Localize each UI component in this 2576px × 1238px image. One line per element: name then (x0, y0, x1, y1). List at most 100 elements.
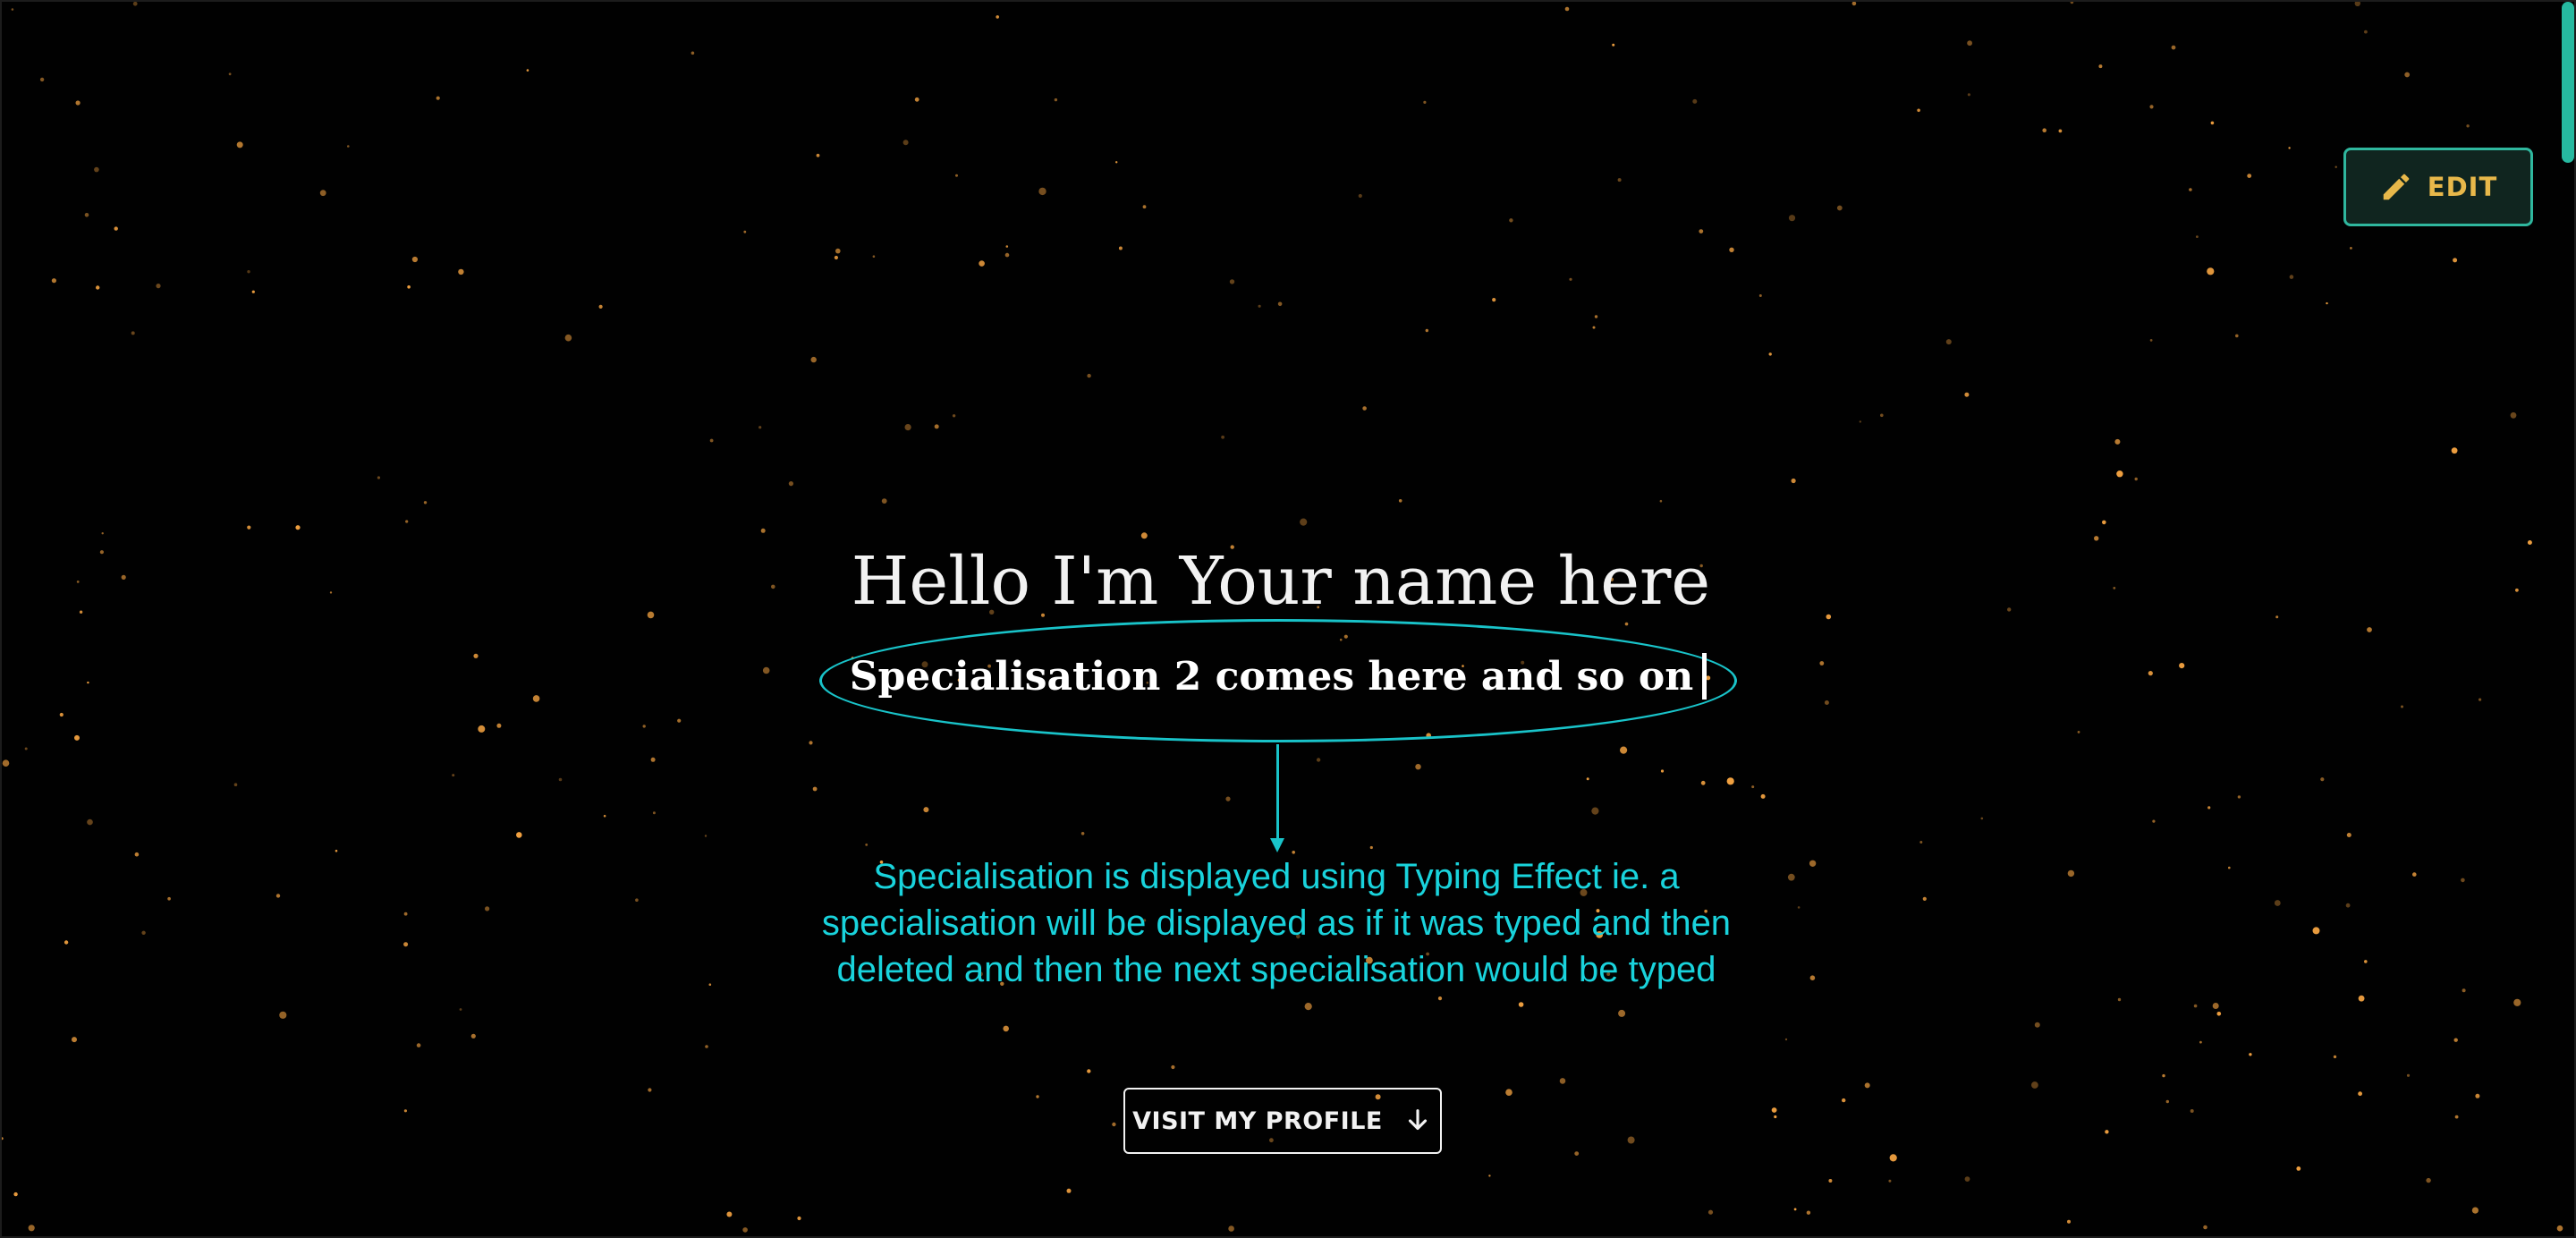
star-particle (1003, 1025, 1009, 1032)
star-particle (2556, 1225, 2563, 1232)
star-particle (96, 285, 100, 290)
star-particle (881, 498, 887, 504)
star-particle (295, 525, 301, 530)
star-particle (1362, 406, 1367, 411)
star-particle (1659, 499, 1663, 503)
star-particle (2117, 997, 2122, 1002)
star-particle (1859, 420, 1861, 423)
visit-profile-button[interactable]: VISIT MY PROFILE (1123, 1088, 1442, 1154)
star-particle (1112, 1122, 1116, 1127)
star-particle (2406, 1073, 2411, 1077)
star-particle (526, 69, 530, 72)
hero-title: Hello I'm Your name here (851, 543, 1711, 620)
star-particle (812, 786, 818, 792)
star-particle (2171, 45, 2176, 50)
star-particle (2067, 1219, 2071, 1224)
star-particle (2274, 900, 2281, 906)
star-particle (72, 1037, 77, 1043)
star-particle (2288, 147, 2291, 149)
star-particle (2152, 819, 2156, 823)
star-particle (87, 818, 93, 826)
star-particle (1917, 108, 1920, 113)
scrollbar[interactable] (2562, 2, 2574, 163)
star-particle (2320, 777, 2325, 782)
star-particle (2466, 124, 2470, 128)
star-particle (1771, 1107, 1777, 1113)
star-particle (726, 1211, 733, 1217)
star-particle (1574, 1151, 1580, 1156)
star-particle (1787, 873, 1795, 881)
star-particle (1760, 793, 1766, 799)
star-particle (141, 930, 146, 936)
star-particle (2401, 705, 2403, 708)
star-particle (1751, 785, 1755, 789)
star-particle (797, 1216, 801, 1221)
star-particle (2412, 872, 2417, 877)
star-particle (1591, 807, 1599, 815)
star-particle (2358, 1091, 2363, 1097)
star-particle (1492, 298, 1496, 302)
star-particle (2189, 188, 2192, 191)
star-particle (1919, 841, 1923, 844)
star-particle (2114, 438, 2121, 445)
star-particle (1612, 43, 1615, 47)
star-particle (2345, 903, 2351, 908)
star-particle (598, 304, 603, 309)
star-particle (914, 97, 919, 102)
star-particle (708, 983, 712, 986)
star-particle (865, 844, 869, 846)
star-particle (788, 481, 794, 487)
star-particle (760, 528, 766, 533)
star-particle (2203, 1225, 2207, 1230)
star-particle (1358, 193, 1362, 199)
star-particle (2179, 663, 2185, 669)
star-particle (75, 100, 80, 106)
star-particle (2249, 1053, 2252, 1056)
star-particle (1518, 1002, 1524, 1007)
star-particle (2, 759, 10, 767)
star-particle (436, 96, 440, 100)
star-particle (1005, 245, 1009, 248)
star-particle (1054, 98, 1058, 102)
star-particle (407, 285, 411, 289)
star-particle (677, 718, 682, 723)
star-particle (247, 525, 251, 530)
star-particle (1066, 1188, 1072, 1193)
star-particle (1888, 1179, 1892, 1183)
star-particle (979, 260, 985, 267)
star-particle (2367, 627, 2372, 632)
star-particle (51, 278, 57, 284)
star-particle (2077, 731, 2080, 733)
star-particle (319, 190, 326, 197)
star-particle (452, 774, 455, 777)
star-particle (496, 723, 502, 728)
star-particle (1774, 1115, 1777, 1119)
star-particle (1036, 1095, 1039, 1098)
star-particle (691, 51, 695, 55)
edit-button[interactable]: EDIT (2343, 148, 2533, 226)
star-particle (2289, 275, 2294, 279)
star-particle (1505, 1089, 1513, 1096)
star-particle (251, 290, 255, 293)
star-particle (2031, 1081, 2038, 1089)
star-particle (1660, 769, 1665, 773)
star-particle (1423, 100, 1427, 104)
typing-cursor (1702, 652, 1707, 700)
star-particle (247, 270, 250, 274)
star-particle (1964, 392, 1970, 397)
star-particle (1398, 499, 1402, 503)
annotation-note: Specialisation is displayed using Typing… (821, 857, 1732, 989)
star-particle (59, 712, 64, 717)
star-particle (2210, 121, 2215, 125)
star-particle (1277, 301, 1283, 307)
star-particle (1225, 796, 1231, 801)
star-particle (1797, 906, 1801, 909)
star-particle (1828, 1179, 1833, 1183)
star-particle (416, 1043, 421, 1047)
star-particle (532, 695, 540, 702)
star-particle (131, 331, 135, 335)
star-particle (2479, 698, 2482, 701)
star-particle (2149, 339, 2153, 342)
star-particle (39, 77, 45, 82)
star-particle (1171, 1064, 1175, 1070)
